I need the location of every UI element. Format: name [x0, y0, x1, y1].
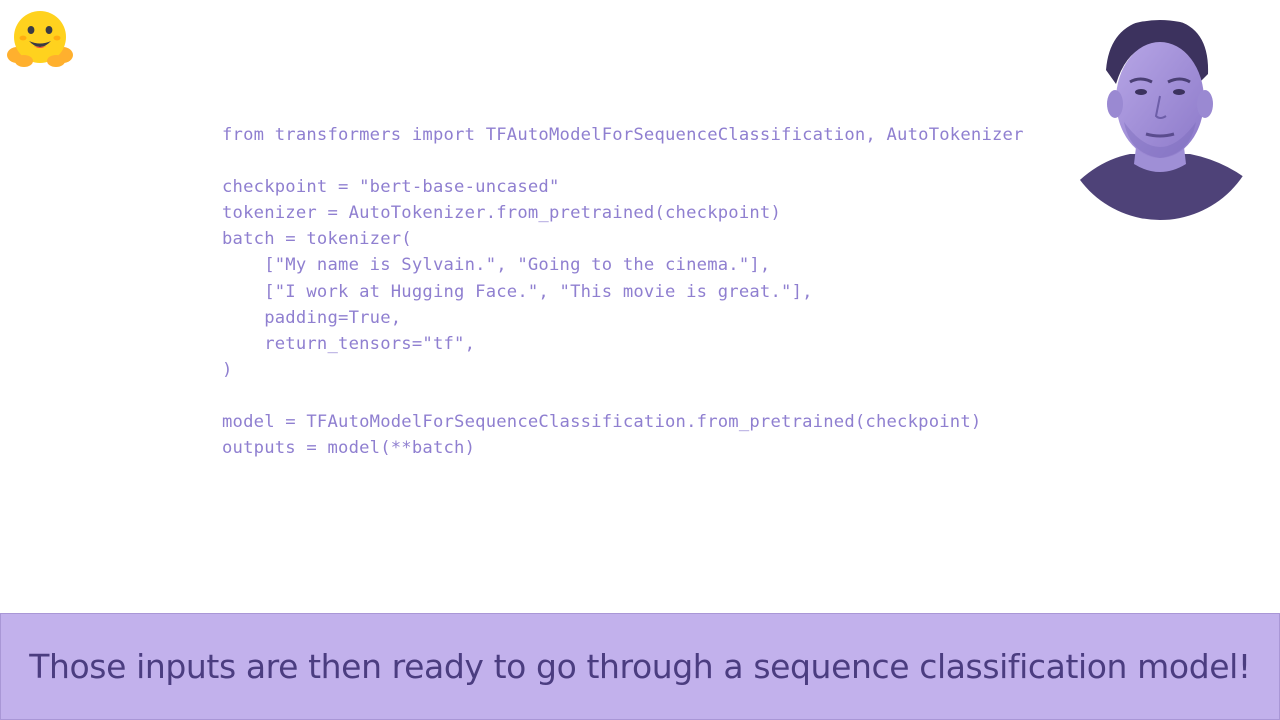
- code-line: tokenizer = AutoTokenizer.from_pretraine…: [222, 203, 782, 224]
- code-line: return_tensors="tf",: [222, 333, 476, 354]
- code-line: ["I work at Hugging Face.", "This movie …: [222, 281, 813, 302]
- code-line: ): [222, 359, 233, 380]
- code-line: ["My name is Sylvain.", "Going to the ci…: [222, 255, 771, 276]
- code-block: from transformers import TFAutoModelForS…: [222, 122, 1024, 461]
- video-frame: from transformers import TFAutoModelForS…: [0, 0, 1280, 720]
- code-line: from transformers import TFAutoModelForS…: [222, 125, 1024, 145]
- hugging-face-logo-icon: [7, 11, 73, 67]
- code-line: batch = tokenizer(: [222, 229, 412, 250]
- code-line: model = TFAutoModelForSequenceClassifica…: [222, 412, 982, 433]
- subtitle-text: Those inputs are then ready to go throug…: [29, 647, 1251, 686]
- presenter-webcam-icon: [1060, 20, 1260, 220]
- code-line: padding=True,: [222, 307, 402, 328]
- code-line: checkpoint = "bert-base-uncased": [222, 177, 560, 198]
- subtitle-bar: Those inputs are then ready to go throug…: [0, 613, 1280, 720]
- code-line: outputs = model(**batch): [222, 438, 476, 459]
